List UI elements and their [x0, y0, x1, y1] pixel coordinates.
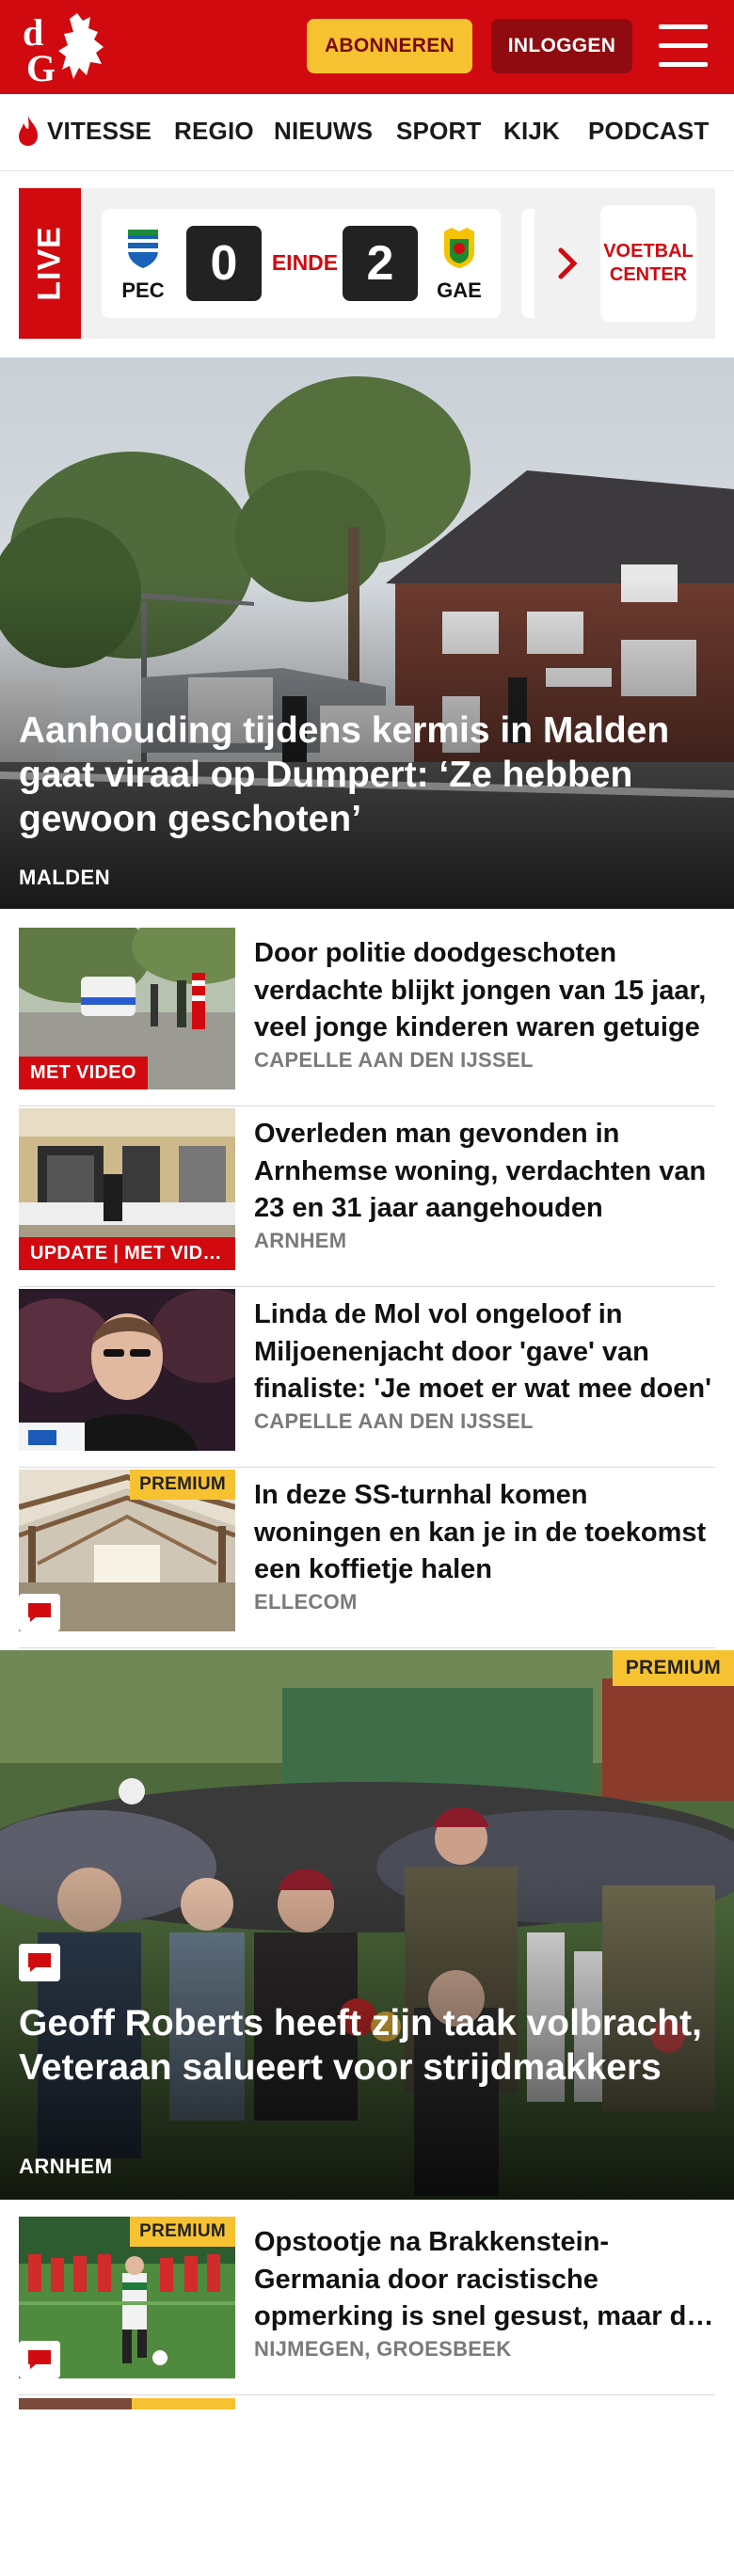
live-label: LIVE [31, 226, 68, 301]
svg-text:G: G [26, 47, 56, 85]
article-thumbnail: MET VIDEO [19, 928, 235, 1089]
nav-item-podcast[interactable]: PODCAST [588, 117, 710, 146]
live-tag: LIVE [19, 188, 81, 339]
premium-badge: PREMIUM [130, 1470, 235, 1500]
hero-location: ARNHEM [19, 2155, 113, 2178]
home-team-name: PEC [121, 278, 165, 302]
article-title[interactable]: Overleden man gevonden in Arnhemse wonin… [254, 1116, 715, 1228]
voetbal-center-button[interactable]: VOETBAL CENTER [600, 205, 696, 322]
top-header: d G ABONNEREN INLOGGEN [0, 0, 734, 94]
home-score: 0 [186, 226, 262, 301]
article-title[interactable]: Door politie doodgeschoten verdachte bli… [254, 935, 715, 1047]
away-team-name: GAE [437, 278, 482, 302]
comment-icon[interactable] [19, 2341, 60, 2378]
flame-icon [19, 116, 38, 146]
list-item[interactable]: PREMIUM Opstootje na Brakkenstein-German… [19, 2217, 715, 2395]
article-title[interactable]: Opstootje na Brakkenstein-Germania door … [254, 2224, 715, 2336]
next-match-card[interactable] [521, 209, 535, 318]
list-item[interactable]: Linda de Mol vol ongeloof in Miljoenenja… [19, 1289, 715, 1468]
list-item[interactable]: PREMIUM In deze SS-turnhal komen woninge… [19, 1470, 715, 1648]
away-score: 2 [343, 226, 418, 301]
gae-crest-icon [444, 228, 474, 268]
premium-badge: PREMIUM [612, 1650, 734, 1686]
article-location: CAPELLE AAN DEN IJSSEL [254, 1409, 534, 1433]
nav-item-sport[interactable]: SPORT [396, 117, 482, 146]
article-location: NIJMEGEN, GROESBEEK [254, 2337, 512, 2361]
hero-location: MALDEN [19, 866, 111, 889]
hero-article-arnhem[interactable]: PREMIUM Geoff Roberts heeft zijn taak vo… [0, 1650, 734, 2200]
dg-logo[interactable]: d G [21, 9, 111, 85]
home-team: PEC [115, 226, 171, 303]
video-badge: MET VIDEO [19, 1057, 148, 1089]
list-item[interactable] [19, 2397, 715, 2576]
article-thumbnail [19, 1289, 235, 1451]
list-item[interactable]: MET VIDEO Door politie doodgeschoten ver… [19, 928, 715, 1106]
update-video-badge: UPDATE | MET VIDEO [19, 1237, 235, 1270]
article-title[interactable]: Linda de Mol vol ongeloof in Miljoenenja… [254, 1296, 715, 1408]
away-team: GAE [431, 226, 487, 303]
pec-crest-icon [128, 230, 158, 268]
article-title[interactable]: In deze SS-turnhal komen woningen en kan… [254, 1477, 715, 1589]
live-score-bar: LIVE PEC 0 EINDE 2 GAE VOETBAL CENTER [19, 188, 715, 339]
article-location: CAPELLE AAN DEN IJSSEL [254, 1048, 534, 1072]
comment-icon[interactable] [19, 1594, 60, 1631]
premium-badge: PREMIUM [130, 2217, 235, 2247]
subscribe-button[interactable]: ABONNEREN [307, 19, 472, 73]
chevron-right-icon[interactable] [553, 246, 582, 280]
match-status: EINDE [271, 250, 339, 275]
article-thumbnail: PREMIUM [19, 2217, 235, 2378]
main-nav: VITESSE REGIO NIEUWS SPORT KIJK PODCAST [0, 94, 734, 171]
hero-title[interactable]: Aanhouding tijdens kermis in Malden gaat… [19, 709, 715, 841]
nav-item-kijk[interactable]: KIJK [503, 117, 560, 146]
article-thumbnail: UPDATE | MET VIDEO [19, 1108, 235, 1270]
hamburger-icon[interactable] [659, 24, 708, 68]
hero-article-malden[interactable]: Aanhouding tijdens kermis in Malden gaat… [0, 358, 734, 909]
article-location: ARNHEM [254, 1229, 347, 1252]
nav-item-regio[interactable]: REGIO [174, 117, 254, 146]
article-thumbnail: PREMIUM [19, 1470, 235, 1631]
match-card[interactable]: PEC 0 EINDE 2 GAE [102, 209, 501, 318]
article-thumbnail [19, 2397, 235, 2559]
nav-item-nieuws[interactable]: NIEUWS [274, 117, 373, 146]
nav-item-vitesse[interactable]: VITESSE [47, 117, 152, 146]
login-button[interactable]: INLOGGEN [491, 19, 632, 73]
article-location: ELLECOM [254, 1590, 358, 1614]
list-item[interactable]: UPDATE | MET VIDEO Overleden man gevonde… [19, 1108, 715, 1287]
comment-icon[interactable] [19, 1944, 60, 1981]
hero-title[interactable]: Geoff Roberts heeft zijn taak volbracht,… [19, 2002, 715, 2091]
